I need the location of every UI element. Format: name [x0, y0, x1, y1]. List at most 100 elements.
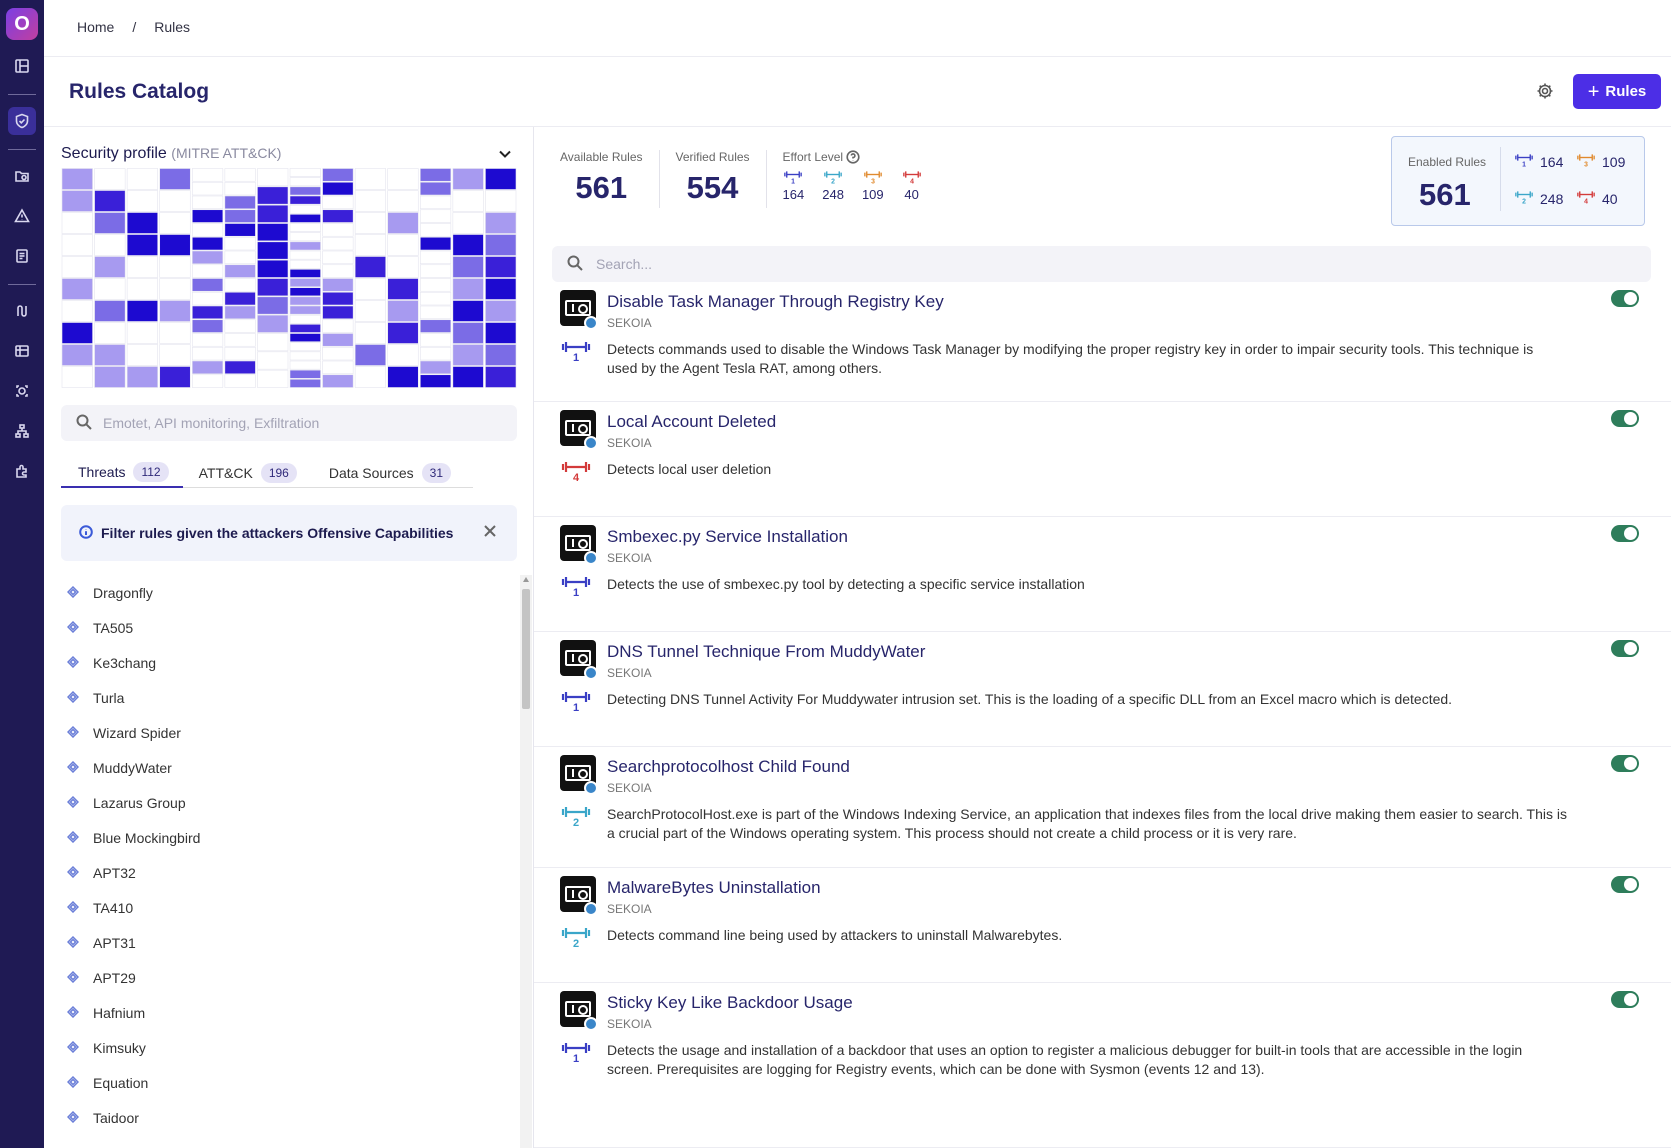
heatmap-cell[interactable] [224, 209, 256, 223]
entities-icon[interactable] [8, 417, 36, 445]
heatmap-cell[interactable] [289, 351, 321, 361]
heatmap-cell[interactable] [126, 322, 159, 344]
heatmap-cell[interactable] [485, 278, 517, 300]
heatmap-cell[interactable] [94, 278, 126, 300]
threat-search-box[interactable] [61, 405, 517, 441]
heatmap-cell[interactable] [322, 209, 354, 223]
breadcrumb-home[interactable]: Home [77, 19, 114, 35]
heatmap-cell[interactable] [387, 366, 419, 388]
heatmap-cell[interactable] [485, 300, 517, 322]
heatmap-cell[interactable] [126, 256, 159, 278]
heatmap-cell[interactable] [126, 212, 159, 234]
heatmap-cell[interactable] [159, 366, 191, 388]
threat-search-input[interactable] [103, 415, 503, 431]
rule-item[interactable]: Disable Task Manager Through Registry Ke… [534, 282, 1671, 402]
rule-enabled-toggle[interactable] [1611, 640, 1639, 657]
dashboard-icon[interactable] [8, 52, 36, 80]
close-icon[interactable] [483, 524, 497, 541]
heatmap-cell[interactable] [419, 291, 452, 306]
rule-search-box[interactable] [552, 246, 1651, 282]
heatmap-cell[interactable] [61, 168, 93, 190]
heatmap-cell[interactable] [289, 360, 321, 370]
heatmap-cell[interactable] [224, 291, 256, 306]
heatmap-cell[interactable] [289, 324, 321, 333]
heatmap-cell[interactable] [61, 234, 93, 256]
assets-icon[interactable] [8, 337, 36, 365]
threat-item[interactable]: APT31 [61, 925, 491, 960]
heatmap-cell[interactable] [191, 305, 224, 320]
heatmap-cell[interactable] [159, 212, 191, 234]
heatmap-cell[interactable] [61, 212, 93, 234]
heatmap-cell[interactable] [419, 195, 452, 210]
threat-item[interactable]: APT29 [61, 960, 491, 995]
effort-level-1[interactable]: 1 164 [783, 170, 804, 202]
threat-item[interactable]: Taidoor [61, 1100, 491, 1135]
threat-item[interactable]: APT32 [61, 855, 491, 890]
scrollbar-thumb[interactable] [522, 589, 530, 709]
rule-title[interactable]: Local Account Deleted [607, 412, 776, 432]
heatmap-cell[interactable] [322, 319, 354, 333]
heatmap-cell[interactable] [485, 256, 517, 278]
heatmap-cell[interactable] [419, 319, 452, 333]
heatmap-cell[interactable] [159, 344, 191, 366]
heatmap-cell[interactable] [452, 300, 484, 322]
heatmap-cell[interactable] [485, 190, 517, 212]
heatmap-cell[interactable] [354, 322, 387, 344]
heatmap-cell[interactable] [452, 278, 484, 300]
heatmap-cell[interactable] [485, 234, 517, 256]
heatmap-cell[interactable] [419, 223, 452, 237]
heatmap-cell[interactable] [191, 236, 224, 251]
heatmap-cell[interactable] [224, 333, 256, 347]
heatmap-cell[interactable] [224, 346, 256, 361]
chevron-down-icon[interactable] [498, 147, 512, 161]
heatmap-cell[interactable] [224, 250, 256, 265]
heatmap-cell[interactable] [419, 264, 452, 278]
integrations-icon[interactable] [8, 457, 36, 485]
heatmap-cell[interactable] [354, 366, 387, 388]
heatmap-cell[interactable] [191, 264, 224, 278]
help-icon[interactable] [846, 150, 860, 164]
heatmap-cell[interactable] [126, 278, 159, 300]
heatmap-cell[interactable] [387, 212, 419, 234]
reports-icon[interactable] [8, 242, 36, 270]
rule-title[interactable]: DNS Tunnel Technique From MuddyWater [607, 642, 925, 662]
tab-threats[interactable]: Threats 112 [61, 458, 183, 488]
heatmap-cell[interactable] [257, 333, 289, 352]
heatmap-cell[interactable] [94, 300, 126, 322]
heatmap-cell[interactable] [224, 181, 256, 196]
heatmap-cell[interactable] [485, 212, 517, 234]
threat-item[interactable]: Blue Mockingbird [61, 820, 491, 855]
heatmap-cell[interactable] [61, 344, 93, 366]
heatmap-cell[interactable] [94, 190, 126, 212]
heatmap-cell[interactable] [322, 236, 354, 251]
heatmap-cell[interactable] [61, 190, 93, 212]
heatmap-cell[interactable] [419, 236, 452, 251]
app-logo[interactable]: O [6, 8, 38, 40]
heatmap-cell[interactable] [322, 291, 354, 306]
rule-enabled-toggle[interactable] [1611, 525, 1639, 542]
heatmap-cell[interactable] [322, 278, 354, 292]
heatmap-cell[interactable] [354, 344, 387, 366]
heatmap-cell[interactable] [322, 360, 354, 375]
heatmap-cell[interactable] [452, 234, 484, 256]
heatmap-cell[interactable] [126, 300, 159, 322]
heatmap-cell[interactable] [159, 234, 191, 256]
heatmap-cell[interactable] [419, 374, 452, 388]
intelligence-icon[interactable] [8, 377, 36, 405]
heatmap-cell[interactable] [191, 250, 224, 265]
heatmap-cell[interactable] [289, 177, 321, 187]
heatmap-cell[interactable] [289, 259, 321, 269]
heatmap-cell[interactable] [485, 322, 517, 344]
threat-item[interactable]: Ke3chang [61, 645, 491, 680]
heatmap-cell[interactable] [224, 223, 256, 237]
heatmap-cell[interactable] [452, 256, 484, 278]
heatmap-cell[interactable] [61, 278, 93, 300]
heatmap-cell[interactable] [485, 366, 517, 388]
heatmap-cell[interactable] [224, 278, 256, 292]
heatmap-cell[interactable] [191, 374, 224, 388]
heatmap-cell[interactable] [159, 300, 191, 322]
heatmap-cell[interactable] [289, 195, 321, 205]
heatmap-cell[interactable] [387, 256, 419, 278]
heatmap-cell[interactable] [322, 346, 354, 361]
heatmap-cell[interactable] [289, 204, 321, 214]
